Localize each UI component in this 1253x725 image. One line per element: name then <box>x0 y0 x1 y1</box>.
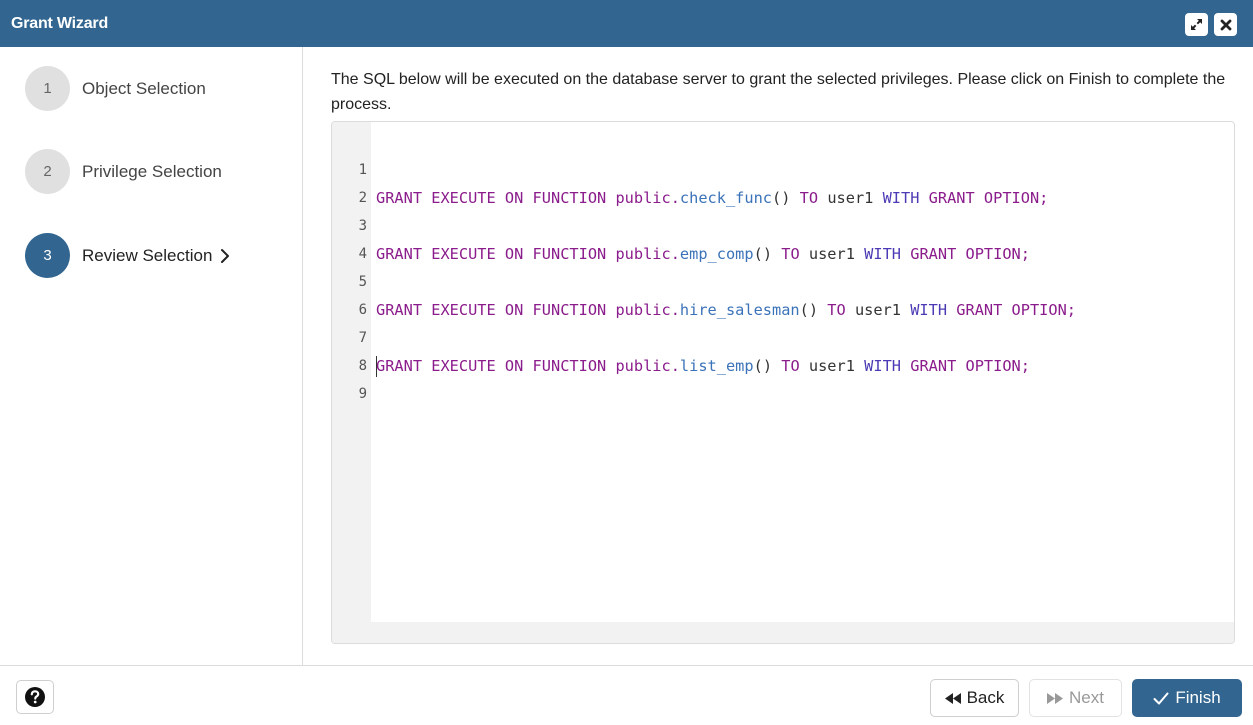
expand-icon <box>1191 19 1202 30</box>
sql-editor[interactable]: 1 GRANT EXECUTE ON FUNCTION public.check… <box>331 121 1235 644</box>
chevron-right-icon <box>220 248 230 264</box>
step-label: Object Selection <box>82 78 206 98</box>
horizontal-scrollbar[interactable] <box>371 622 1234 643</box>
dialog-title: Grant Wizard <box>11 14 109 32</box>
help-button[interactable] <box>16 680 54 714</box>
title-bar: Grant Wizard <box>0 0 1253 47</box>
code-line: 1 GRANT EXECUTE ON FUNCTION public.check… <box>332 128 1234 207</box>
code-line: 6 <box>332 268 1234 318</box>
next-button[interactable]: Next <box>1029 679 1122 717</box>
code-line: 5 GRANT EXECUTE ON FUNCTION public.hire_… <box>332 240 1234 319</box>
wizard-steps-sidebar: 1 Object Selection 2 Privilege Selection… <box>0 47 303 665</box>
fast-forward-icon <box>1047 692 1064 704</box>
line-number: 9 <box>358 386 367 402</box>
text-cursor <box>376 356 377 377</box>
step-privilege-selection[interactable]: 2 Privilege Selection <box>25 149 222 194</box>
code-line: 3 GRANT EXECUTE ON FUNCTION public.emp_c… <box>332 184 1234 263</box>
checkmark-icon <box>1153 692 1169 705</box>
maximize-button[interactable] <box>1185 13 1208 36</box>
code-line: 8 <box>332 324 1234 374</box>
step-number: 3 <box>25 233 70 278</box>
step-label: Review Selection <box>82 245 213 265</box>
instructions-text: The SQL below will be executed on the da… <box>331 71 1226 113</box>
step-label: Privilege Selection <box>82 161 222 181</box>
code-line: 9 <box>332 352 1234 402</box>
rewind-icon <box>944 692 961 704</box>
help-icon <box>25 687 45 707</box>
next-label: Next <box>1069 688 1104 707</box>
close-icon <box>1220 19 1231 30</box>
back-label: Back <box>966 688 1005 707</box>
code-line: 7 GRANT EXECUTE ON FUNCTION public.list_… <box>332 296 1234 375</box>
dialog-footer: Back Next Finish <box>0 665 1253 725</box>
step-review-selection[interactable]: 3 Review Selection <box>25 233 230 278</box>
close-button[interactable] <box>1214 13 1237 36</box>
finish-button[interactable]: Finish <box>1132 679 1242 717</box>
step-number: 1 <box>25 66 70 111</box>
back-button[interactable]: Back <box>930 679 1019 717</box>
step-number: 2 <box>25 149 70 194</box>
finish-label: Finish <box>1175 688 1221 707</box>
code-line: 4 <box>332 212 1234 262</box>
step-object-selection[interactable]: 1 Object Selection <box>25 66 206 111</box>
code-line: 2 <box>332 156 1234 206</box>
